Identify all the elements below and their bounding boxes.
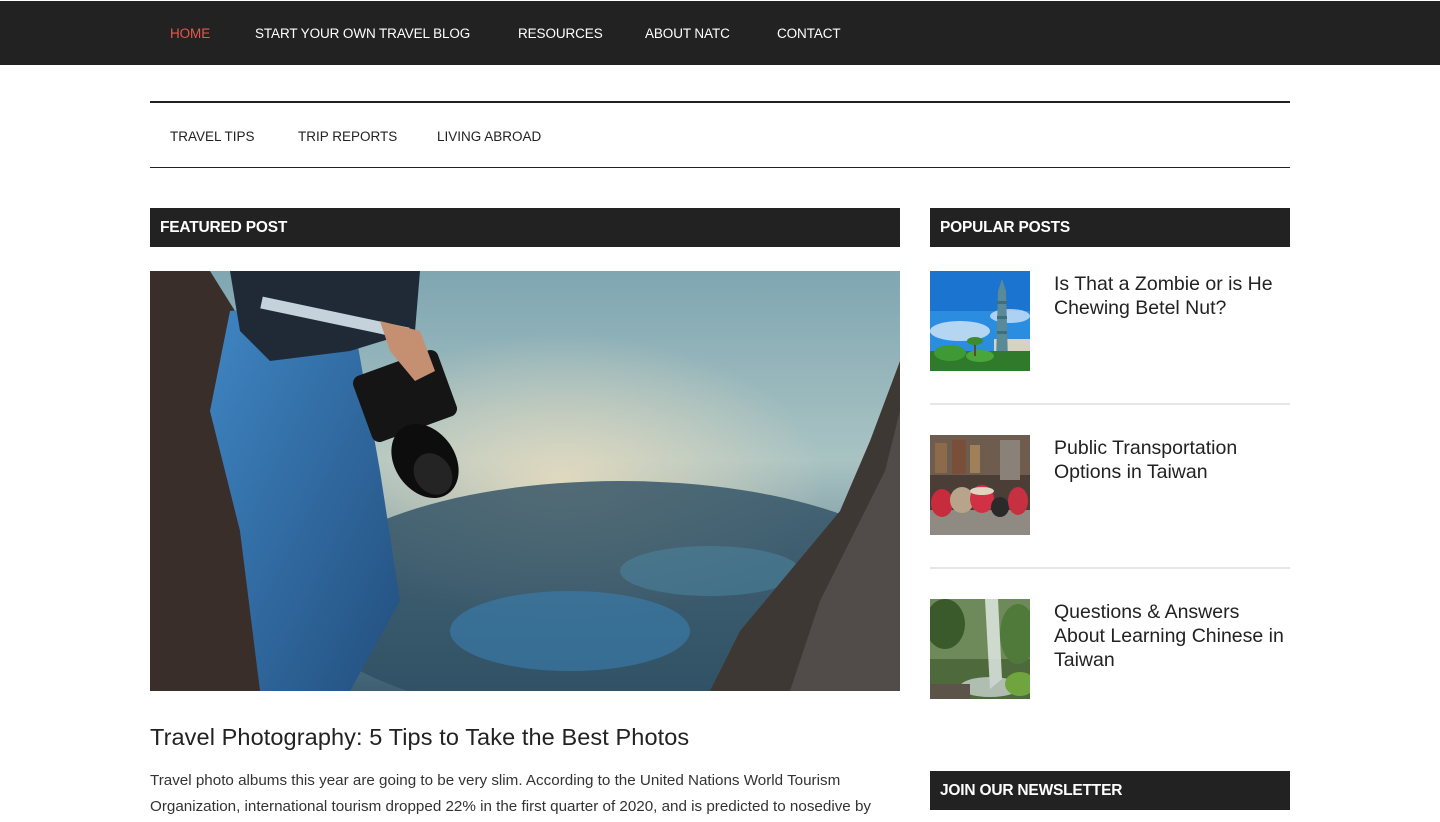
nav-contact[interactable]: CONTACT xyxy=(777,26,841,42)
nav-trip-reports[interactable]: TRIP REPORTS xyxy=(298,129,397,145)
popular-post-title[interactable]: Public Transportation Options in Taiwan xyxy=(1054,436,1290,484)
nav-home[interactable]: HOME xyxy=(170,26,210,42)
newsletter-heading: JOIN OUR NEWSLETTER xyxy=(930,771,1290,810)
nav-start-your-own-travel-blog[interactable]: START YOUR OWN TRAVEL BLOG xyxy=(255,26,470,42)
nav-travel-tips[interactable]: TRAVEL TIPS xyxy=(170,129,255,145)
nav-living-abroad[interactable]: LIVING ABROAD xyxy=(437,129,541,145)
featured-post-excerpt: Travel photo albums this year are going … xyxy=(150,772,871,815)
divider xyxy=(930,403,1290,405)
divider xyxy=(930,567,1290,569)
secondary-nav: TRAVEL TIPS TRIP REPORTS LIVING ABROAD xyxy=(150,101,1290,168)
popular-post-thumbnail[interactable] xyxy=(930,271,1030,371)
nav-about-natc[interactable]: ABOUT NATC xyxy=(645,26,730,42)
featured-post-title[interactable]: Travel Photography: 5 Tips to Take the B… xyxy=(150,722,910,752)
main-nav: HOME START YOUR OWN TRAVEL BLOG RESOURCE… xyxy=(0,1,1440,65)
popular-posts-heading: POPULAR POSTS xyxy=(930,208,1290,247)
popular-post-thumbnail[interactable] xyxy=(930,599,1030,699)
popular-post-title[interactable]: Questions & Answers About Learning Chine… xyxy=(1054,600,1290,672)
featured-post-image[interactable] xyxy=(150,271,900,691)
featured-post-heading: FEATURED POST xyxy=(150,208,900,247)
popular-post-title[interactable]: Is That a Zombie or is He Chewing Betel … xyxy=(1054,272,1290,320)
popular-post-thumbnail[interactable] xyxy=(930,435,1030,535)
nav-resources[interactable]: RESOURCES xyxy=(518,26,603,42)
